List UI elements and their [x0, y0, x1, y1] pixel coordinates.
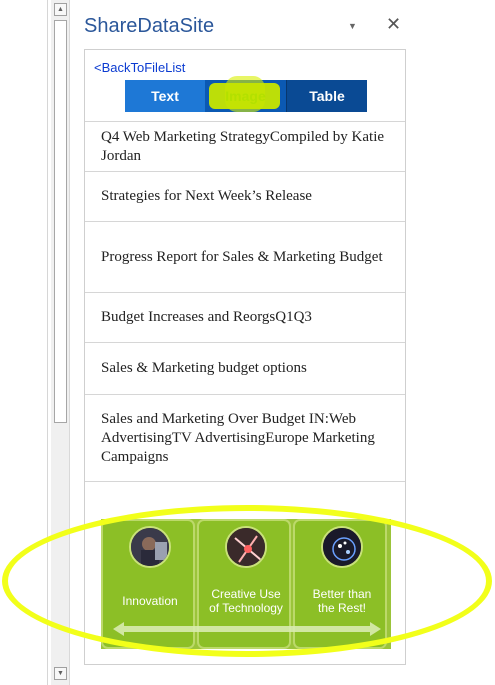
- tab-image-label: Image: [225, 88, 266, 104]
- list-item[interactable]: Progress Report for Sales & Marketing Bu…: [85, 221, 405, 292]
- vertical-scrollbar[interactable]: ▲ ▼: [51, 0, 70, 685]
- list-item-title: Sales and Marketing Over Budget IN:Web A…: [101, 410, 375, 465]
- smartart-image[interactable]: Innovation Creative Use of Technology Be…: [101, 519, 391, 649]
- tab-table[interactable]: Table: [286, 80, 367, 112]
- list-item[interactable]: Sales & Marketing budget options: [85, 342, 405, 394]
- tab-text-label: Text: [151, 88, 179, 104]
- view-tabs: Text Image Table: [125, 76, 367, 112]
- tab-text[interactable]: Text: [125, 80, 205, 112]
- person-photo-icon: [129, 526, 171, 568]
- back-to-file-list-link[interactable]: <BackToFileList: [94, 60, 185, 75]
- list-item[interactable]: Sales and Marketing Over Budget IN:Web A…: [85, 394, 405, 482]
- smartart-card-label: Better than: [312, 587, 372, 601]
- list-item-title: Sales & Marketing budget options: [101, 360, 307, 376]
- pane-title: ShareDataSite: [84, 15, 215, 37]
- tab-table-label: Table: [309, 88, 345, 104]
- close-icon[interactable]: ✕: [386, 13, 401, 35]
- tab-image[interactable]: Image: [205, 76, 286, 112]
- smartart-card-label: of Technology: [209, 601, 283, 615]
- pane-options-chevron-icon[interactable]: ▼: [348, 22, 358, 31]
- light-sparkle-icon: [225, 526, 267, 568]
- list-item-title: Strategies for Next Week’s Release: [101, 188, 312, 204]
- network-globe-icon: [321, 526, 363, 568]
- document-list: Q4 Web Marketing StrategyCompiled by Kat…: [85, 121, 405, 482]
- list-item[interactable]: Budget Increases and ReorgsQ1Q3: [85, 292, 405, 342]
- list-item[interactable]: Q4 Web Marketing StrategyCompiled by Kat…: [85, 121, 405, 171]
- smartart-card-label: Innovation: [122, 594, 178, 608]
- list-item[interactable]: Strategies for Next Week’s Release: [85, 171, 405, 221]
- scrollbar-thumb[interactable]: [54, 20, 67, 423]
- smartart-card-label: the Rest!: [317, 601, 367, 615]
- list-item-title: Q4 Web Marketing StrategyCompiled by Kat…: [101, 128, 385, 164]
- list-item-title: Budget Increases and ReorgsQ1Q3: [101, 309, 312, 325]
- list-item-title: Progress Report for Sales & Marketing Bu…: [101, 248, 383, 265]
- scroll-down-arrow-icon[interactable]: ▼: [54, 667, 67, 680]
- scroll-up-arrow-icon[interactable]: ▲: [54, 3, 67, 16]
- smartart-card-label: Creative Use: [211, 587, 281, 601]
- double-arrow-icon: [113, 622, 381, 636]
- addin-content: <BackToFileList Text Image Table Q4 Web …: [84, 49, 406, 665]
